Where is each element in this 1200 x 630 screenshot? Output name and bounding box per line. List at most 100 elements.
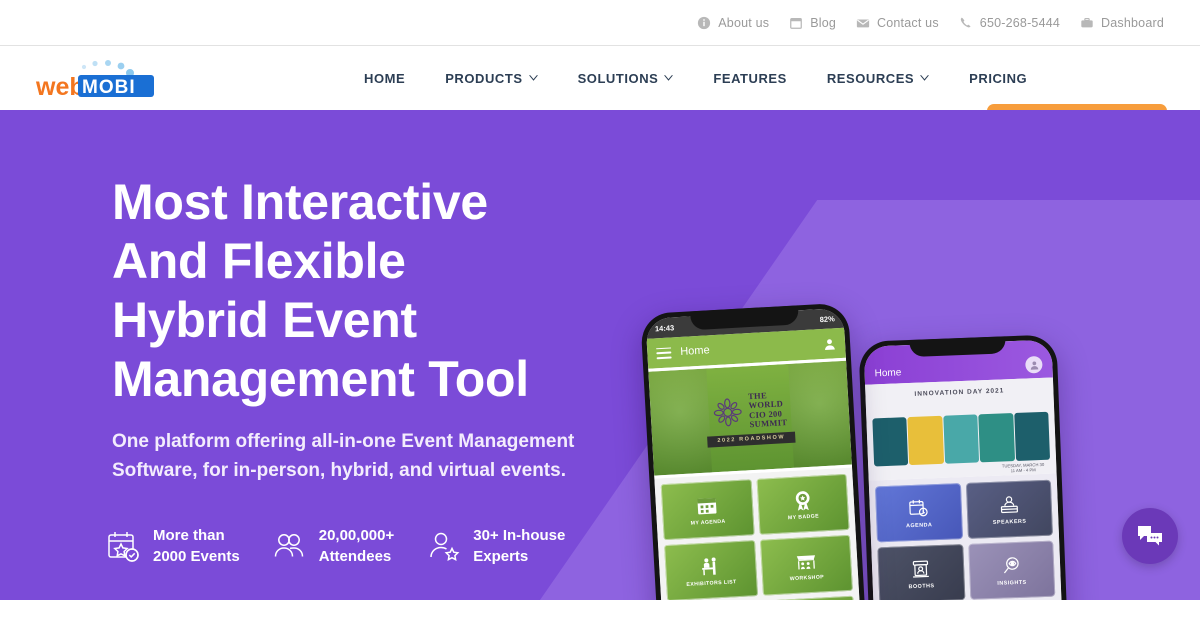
main-navbar: web MOBI HOME PRODUCTS SOLUTIONS FEATURE… (0, 46, 1200, 144)
phone2-tile-booths[interactable]: BOOTHS (877, 544, 965, 600)
mandala-logo-icon (713, 397, 742, 426)
calendar-star-icon (108, 532, 139, 562)
phone-mockup-green: 14:43 82% Home THE WORLD CIO 200 SUMMIT … (640, 302, 872, 600)
phone2-banner-subtitle: TUESDAY, MARCH 30 11 AM - 4 PM (1001, 461, 1045, 474)
svg-text:MOBI: MOBI (82, 77, 136, 98)
hamburger-menu-icon[interactable] (656, 346, 672, 360)
topbar-label-about-us: About us (718, 15, 770, 30)
stat-events: More than 2000 Events (106, 525, 240, 567)
phone1-status-time: 14:43 (654, 322, 675, 333)
stat-events-label: More than 2000 Events (153, 527, 240, 565)
topbar-item-phone[interactable]: 650-268-5444 (959, 16, 1060, 30)
headline-line-1: Most Interactive (112, 174, 488, 230)
phone2-tile-speakers[interactable]: SPEAKERS (965, 479, 1053, 539)
page-title: Most Interactive And Flexible Hybrid Eve… (112, 173, 529, 409)
topbar-item-about-us[interactable]: About us (697, 16, 769, 30)
calendar-clock-icon (909, 499, 928, 516)
hero-subheadline: One platform offering all-in-one Event M… (112, 431, 575, 481)
phone2-banner-title: INNOVATION DAY 2021 (914, 387, 1005, 398)
headline-line-2: And Flexible (112, 233, 406, 289)
webmobi-logo-icon: web MOBI (35, 60, 154, 101)
top-utility-bar: About us Blog Contact us 650-268-5444 Da… (0, 0, 1200, 46)
nav-item-features[interactable]: FEATURES (693, 71, 807, 86)
phone2-tile-speakers-label: SPEAKERS (992, 518, 1027, 526)
chevron-down-icon (664, 75, 674, 81)
phone2-tile-insights[interactable]: INSIGHTS (967, 540, 1056, 600)
headline-line-3: Hybrid Event (112, 292, 417, 348)
avatar[interactable] (1025, 355, 1043, 374)
hero-section: Most Interactive And Flexible Hybrid Eve… (0, 110, 1200, 600)
phone1-tile-workshop[interactable]: WORKSHOP (759, 534, 853, 596)
stat-attendees-label: 20,00,000+ Attendees (318, 527, 395, 565)
topbar-item-blog[interactable]: Blog (789, 16, 836, 30)
nav-item-resources[interactable]: RESOURCES (807, 71, 949, 86)
stat-experts-label: 30+ In-house Experts (473, 527, 566, 565)
phone1-header-title: Home (679, 344, 710, 358)
phone2-tile-booths-label: BOOTHS (908, 582, 935, 590)
leaf-decoration-left-icon (648, 368, 713, 476)
page-root: About us Blog Contact us 650-268-5444 Da… (0, 0, 1200, 630)
nav-label-solutions: SOLUTIONS (577, 70, 659, 86)
topbar-label-phone: 650-268-5444 (979, 15, 1061, 30)
puzzle-illustration-icon (872, 411, 1051, 467)
nav-links: HOME PRODUCTS SOLUTIONS FEATURES RESOURC… (344, 46, 1047, 110)
nav-item-pricing[interactable]: PRICING (949, 71, 1047, 86)
nav-label-products: PRODUCTS (445, 70, 523, 86)
phone1-status-battery: 82% (819, 313, 835, 324)
speakers-podium-icon (1000, 495, 1018, 513)
phone2-tile-insights-label: INSIGHTS (997, 579, 1027, 587)
briefcase-icon (1081, 17, 1093, 27)
phone1-tile-grid: MY AGENDA MY BADGE EXHIBITORS LIST WORKS… (654, 467, 867, 600)
topbar-label-contact-us: Contact us (877, 15, 939, 30)
phone1-tile-workshop-label: WORKSHOP (789, 573, 825, 582)
phone1-event-banner: THE WORLD CIO 200 SUMMIT 2022 ROADSHOW (648, 357, 853, 479)
chevron-down-icon (920, 75, 930, 81)
nav-label-pricing: PRICING (969, 70, 1028, 86)
info-icon (698, 16, 711, 29)
phone2-tile-agenda-label: AGENDA (905, 521, 933, 529)
topbar-label-dashboard: Dashboard (1101, 15, 1164, 30)
phone-mockup-purple: Home INNOVATION DAY 2021 TUESDAY, MARCH … (858, 334, 1072, 600)
topbar-label-blog: Blog (810, 15, 837, 30)
phone2-tile-grid: AGENDA SPEAKERS BOOTHS INSIGHTS (868, 473, 1067, 600)
blog-calendar-icon (790, 17, 803, 29)
person-icon (1030, 360, 1038, 370)
phone1-tile-exhibitors-list[interactable]: EXHIBITORS LIST (664, 540, 758, 600)
booth-icon (913, 559, 930, 578)
person-icon[interactable] (823, 337, 837, 351)
nav-label-features: FEATURES (713, 70, 787, 86)
topbar-item-contact-us[interactable]: Contact us (856, 16, 939, 30)
phone1-tile-my-badge-label: MY BADGE (787, 512, 820, 521)
phone1-tile-my-badge[interactable]: MY BADGE (756, 473, 850, 535)
phone1-tile-my-agenda[interactable]: MY AGENDA (660, 479, 755, 541)
phone2-event-banner: INNOVATION DAY 2021 TUESDAY, MARCH 30 11… (865, 377, 1057, 481)
phone1-banner-badge: 2022 ROADSHOW (707, 431, 796, 448)
phone1-banner-line-4: SUMMIT (749, 417, 788, 430)
badge-rosette-icon (795, 490, 810, 511)
stat-attendees: 20,00,000+ Attendees (272, 525, 395, 567)
person-star-icon (430, 532, 460, 561)
nav-item-products[interactable]: PRODUCTS (425, 71, 557, 86)
phone1-tile-exhibitors-list-label: EXHIBITORS LIST (686, 578, 737, 588)
envelope-icon (856, 19, 870, 27)
phone2-header-title: Home (874, 367, 902, 380)
headline-line-4: Management Tool (112, 351, 529, 407)
logo-webmobi[interactable]: web MOBI (22, 54, 168, 102)
stat-experts: 30+ In-house Experts (426, 525, 565, 567)
nav-item-home[interactable]: HOME (344, 71, 425, 86)
svg-text:web: web (35, 73, 85, 101)
chat-bubbles-icon (1138, 526, 1162, 546)
calendar-icon (697, 497, 717, 514)
phone-icon (960, 17, 971, 27)
phone2-tile-agenda[interactable]: AGENDA (874, 483, 963, 543)
phone1-tile-my-agenda-label: MY AGENDA (690, 518, 726, 527)
chat-widget-button[interactable] (1122, 508, 1178, 564)
magnifier-eye-icon (1003, 556, 1019, 573)
exhibitor-desk-icon (702, 557, 716, 575)
hero-stats: More than 2000 Events 20,00,000+ Attende… (106, 525, 565, 567)
topbar-item-dashboard[interactable]: Dashboard (1080, 16, 1164, 30)
nav-label-resources: RESOURCES (826, 70, 915, 86)
nav-label-home: HOME (364, 70, 406, 86)
page-bottom-spacer (0, 600, 1200, 630)
nav-item-solutions[interactable]: SOLUTIONS (558, 71, 694, 86)
